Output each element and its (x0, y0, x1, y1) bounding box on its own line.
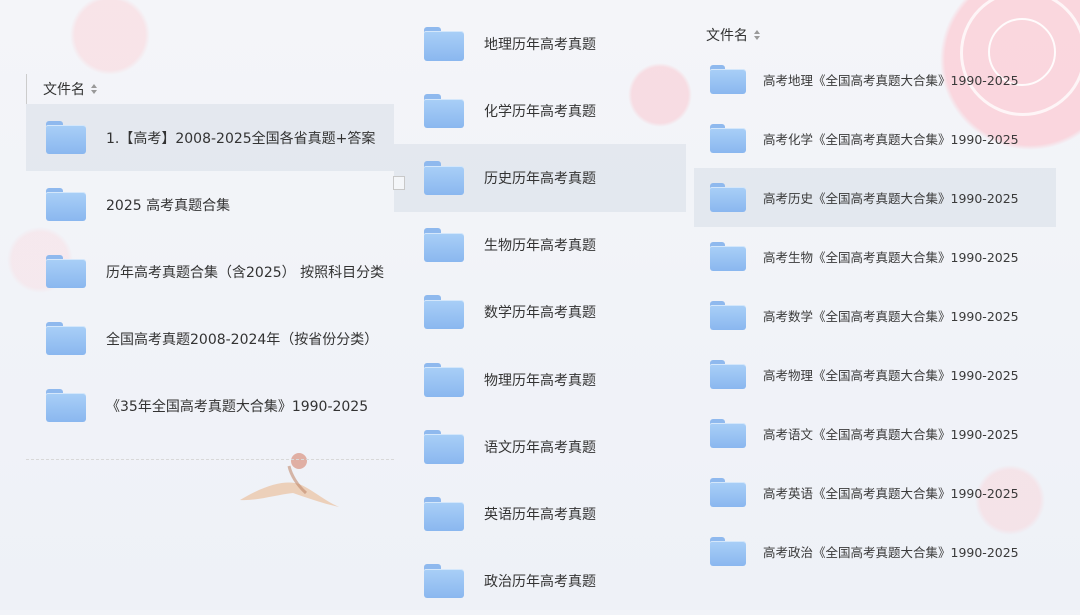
file-row[interactable]: 英语历年高考真题 (394, 480, 686, 547)
file-row[interactable]: 《35年全国高考真题大合集》1990-2025 (26, 372, 394, 439)
file-name: 高考历史《全国高考真题大合集》1990-2025 (763, 191, 1019, 206)
file-row[interactable]: 高考物理《全国高考真题大合集》1990-2025 (694, 345, 1056, 404)
file-name: 地理历年高考真题 (484, 36, 596, 53)
file-row[interactable]: 地理历年高考真题 (394, 10, 686, 77)
folder-icon (46, 120, 86, 155)
folder-icon (46, 187, 86, 222)
file-row[interactable]: 政治历年高考真题 (394, 548, 686, 615)
folder-icon (710, 359, 746, 390)
folder-icon (46, 321, 86, 356)
file-row[interactable]: 高考历史《全国高考真题大合集》1990-2025 (694, 168, 1056, 227)
file-name: 2025 高考真题合集 (106, 197, 231, 214)
file-name: 《35年全国高考真题大合集》1990-2025 (106, 398, 369, 415)
folder-icon (710, 300, 746, 331)
file-row[interactable]: 物理历年高考真题 (394, 346, 686, 413)
file-name: 物理历年高考真题 (484, 372, 596, 389)
file-name: 高考英语《全国高考真题大合集》1990-2025 (763, 486, 1019, 501)
file-name: 生物历年高考真题 (484, 238, 596, 255)
folder-icon (710, 477, 746, 508)
file-row[interactable]: 语文历年高考真题 (394, 413, 686, 480)
file-row[interactable]: 历年高考真题合集（含2025） 按照科目分类 (26, 238, 394, 305)
folder-icon (710, 182, 746, 213)
file-name: 英语历年高考真题 (484, 506, 596, 523)
filename-column-header[interactable]: 文件名 (26, 74, 394, 104)
file-list-left: 文件名 1.【高考】2008-2025全国各省真题+答案 2025 高考真题合集… (26, 74, 394, 464)
folder-icon (424, 93, 464, 128)
file-name: 政治历年高考真题 (484, 574, 596, 591)
folder-icon (46, 388, 86, 423)
file-name: 语文历年高考真题 (484, 439, 596, 456)
file-row[interactable]: 数学历年高考真题 (394, 279, 686, 346)
file-row[interactable]: 高考英语《全国高考真题大合集》1990-2025 (694, 463, 1056, 522)
folder-icon (424, 160, 464, 195)
file-name: 高考语文《全国高考真题大合集》1990-2025 (763, 427, 1019, 442)
folder-icon (710, 123, 746, 154)
file-name: 历史历年高考真题 (484, 170, 596, 187)
file-name: 化学历年高考真题 (484, 103, 596, 120)
file-name: 高考政治《全国高考真题大合集》1990-2025 (763, 545, 1019, 560)
file-name: 全国高考真题2008-2024年（按省份分类） (106, 331, 379, 348)
file-row[interactable]: 化学历年高考真题 (394, 77, 686, 144)
file-name: 历年高考真题合集（含2025） 按照科目分类 (106, 264, 385, 281)
file-row[interactable]: 高考生物《全国高考真题大合集》1990-2025 (694, 227, 1056, 286)
filename-header-label: 文件名 (706, 28, 748, 44)
folder-icon (710, 536, 746, 567)
folder-icon (710, 418, 746, 449)
sort-arrows-icon[interactable] (91, 83, 97, 95)
file-list-right: 文件名 高考地理《全国高考真题大合集》1990-2025 高考化学《全国高考真题… (694, 20, 1056, 610)
folder-icon (424, 295, 464, 330)
file-name: 高考物理《全国高考真题大合集》1990-2025 (763, 368, 1019, 383)
file-name: 1.【高考】2008-2025全国各省真题+答案 (106, 130, 376, 147)
file-row[interactable]: 高考地理《全国高考真题大合集》1990-2025 (694, 50, 1056, 109)
folder-icon (710, 241, 746, 272)
file-name: 高考数学《全国高考真题大合集》1990-2025 (763, 309, 1019, 324)
folder-icon (424, 228, 464, 263)
file-name: 高考地理《全国高考真题大合集》1990-2025 (763, 73, 1019, 88)
file-list-middle: 地理历年高考真题 化学历年高考真题 历史历年高考真题 生物历年高考真题 数学历年… (394, 10, 686, 610)
file-row[interactable]: 高考语文《全国高考真题大合集》1990-2025 (694, 404, 1056, 463)
file-name: 高考化学《全国高考真题大合集》1990-2025 (763, 132, 1019, 147)
folder-icon (424, 564, 464, 599)
folder-icon (710, 64, 746, 95)
file-row[interactable]: 高考数学《全国高考真题大合集》1990-2025 (694, 286, 1056, 345)
file-name: 高考生物《全国高考真题大合集》1990-2025 (763, 250, 1019, 265)
row-checkbox[interactable] (393, 176, 405, 190)
folder-icon (46, 254, 86, 289)
file-row[interactable]: 高考政治《全国高考真题大合集》1990-2025 (694, 522, 1056, 581)
list-divider (26, 459, 394, 460)
folder-icon (424, 362, 464, 397)
sort-arrows-icon[interactable] (754, 29, 760, 41)
filename-column-header[interactable]: 文件名 (694, 20, 1056, 50)
file-row[interactable]: 1.【高考】2008-2025全国各省真题+答案 (26, 104, 394, 171)
folder-icon (424, 26, 464, 61)
folder-icon (424, 496, 464, 531)
filename-header-label: 文件名 (43, 82, 85, 98)
file-row[interactable]: 全国高考真题2008-2024年（按省份分类） (26, 305, 394, 372)
file-row[interactable]: 高考化学《全国高考真题大合集》1990-2025 (694, 109, 1056, 168)
folder-icon (424, 429, 464, 464)
file-name: 数学历年高考真题 (484, 305, 596, 322)
file-row[interactable]: 2025 高考真题合集 (26, 171, 394, 238)
file-row[interactable]: 生物历年高考真题 (394, 212, 686, 279)
file-row[interactable]: 历史历年高考真题 (394, 144, 686, 212)
